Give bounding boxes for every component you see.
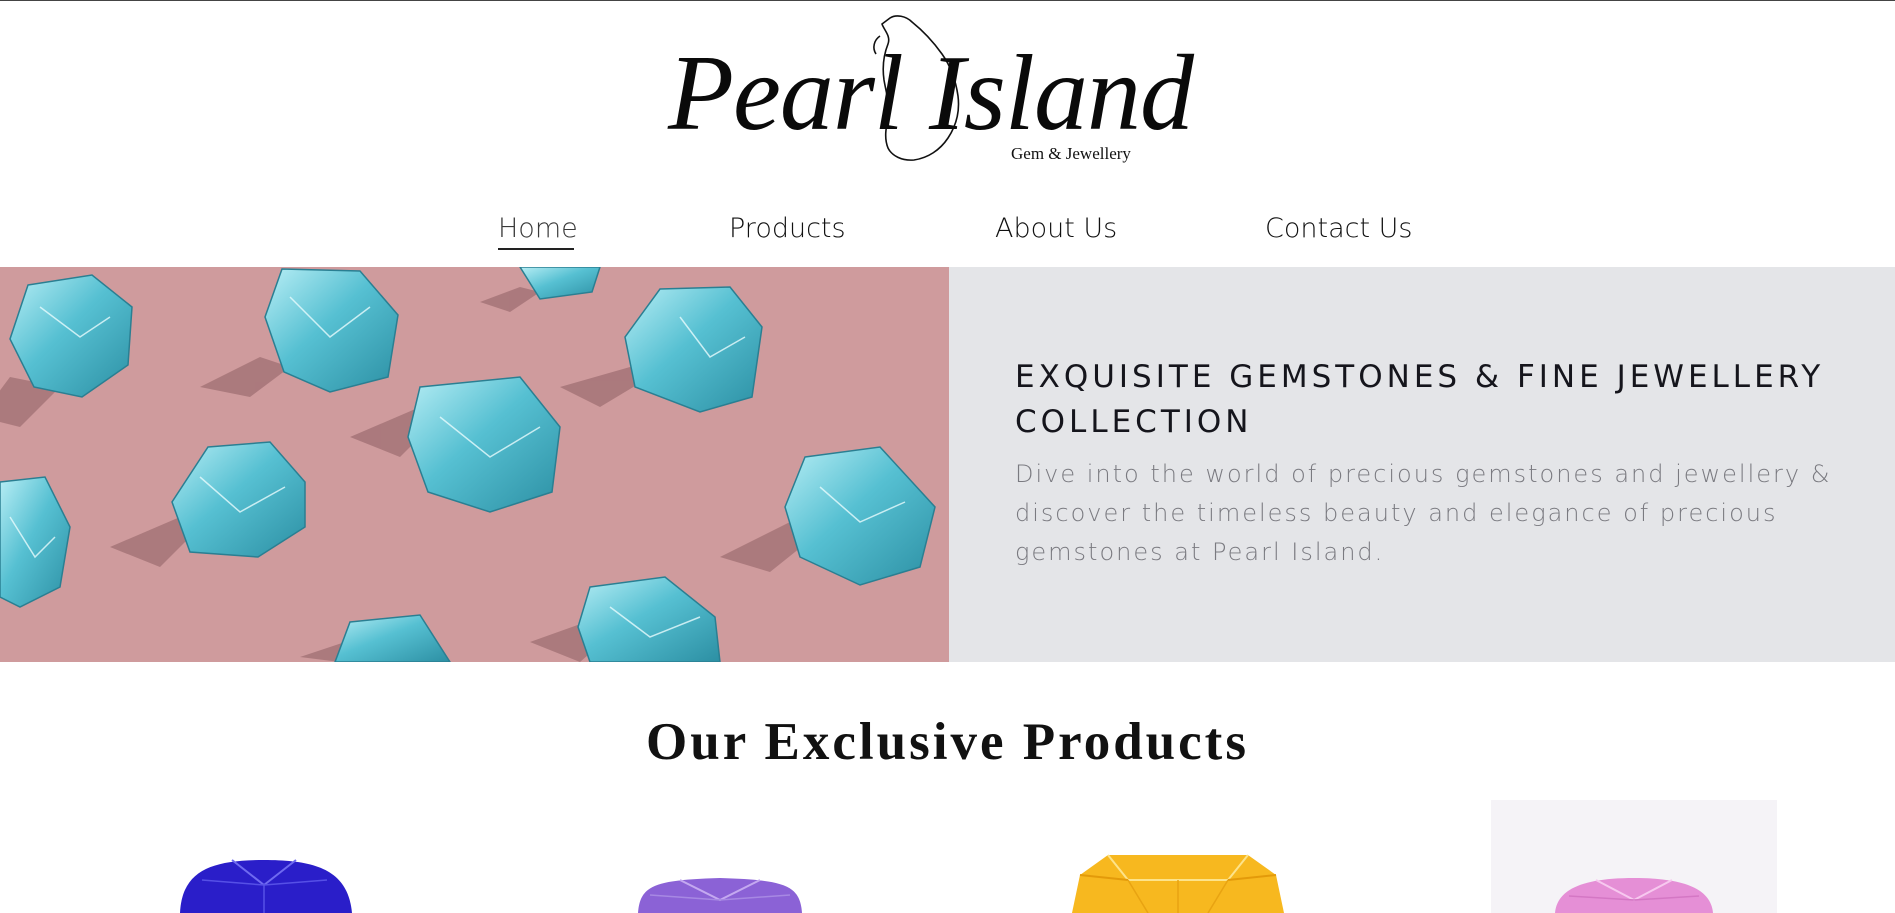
hero-title: EXQUISITE GEMSTONES & FINE JEWELLERY COL… [1015,359,1825,440]
hero-description: Dive into the world of precious gemstone… [1015,460,1832,566]
nav-products[interactable]: Products [729,207,846,251]
main-nav: Home Products About Us Contact Us [0,207,1895,257]
products-section-title: Our Exclusive Products [646,713,1249,771]
product-card[interactable] [172,800,357,913]
hero-image [0,267,949,662]
hero-banner: EXQUISITE GEMSTONES & FINE JEWELLERY COL… [0,267,1895,662]
logo-tagline: Gem & Jewellery [1011,144,1131,163]
nav-about-us[interactable]: About Us [995,207,1117,251]
purple-amethyst-icon [638,878,802,913]
active-nav-underline [498,248,574,250]
product-card[interactable] [630,800,810,913]
nav-home[interactable]: Home [498,207,578,251]
site-logo[interactable]: Pearl Island Gem & Jewellery [660,10,1240,170]
nav-contact-us[interactable]: Contact Us [1265,207,1412,251]
pink-sapphire-icon [1555,878,1713,913]
blue-sapphire-icon [180,859,352,913]
logo-wordmark: Pearl Island [668,34,1194,153]
product-card[interactable] [1068,800,1288,913]
yellow-sapphire-icon [1072,854,1284,913]
product-card[interactable] [1491,800,1777,913]
top-border [0,0,1895,1]
hero-text-panel: EXQUISITE GEMSTONES & FINE JEWELLERY COL… [949,267,1895,662]
aquamarine-crystals-image [0,267,949,662]
